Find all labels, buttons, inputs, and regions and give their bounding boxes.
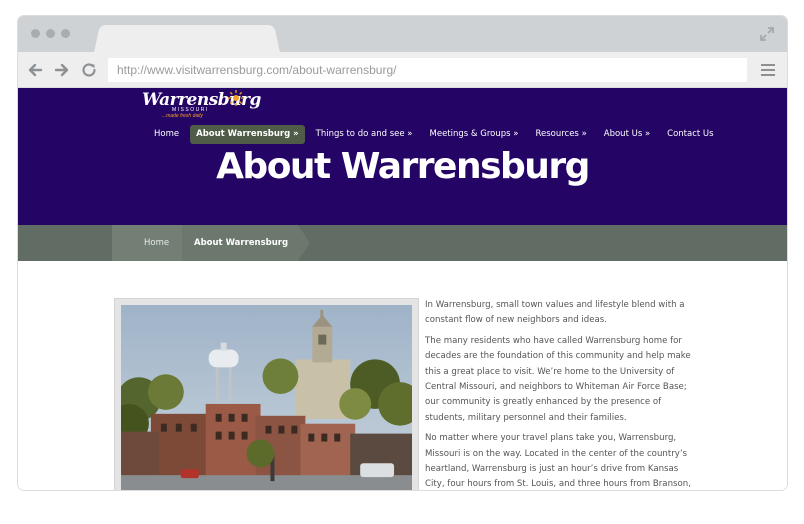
address-bar[interactable]: http://www.visitwarrensburg.com/about-wa… (108, 58, 747, 82)
browser-window: http://www.visitwarrensburg.com/about-wa… (18, 16, 787, 490)
nav-item-about-warrensburg[interactable]: About Warrensburg » (190, 125, 305, 144)
logo-tagline: ...made fresh daily (162, 113, 203, 119)
page-title: About Warrensburg (216, 146, 590, 187)
back-arrow-icon[interactable] (26, 61, 44, 79)
browser-menu-icon[interactable] (761, 64, 775, 76)
sun-icon (228, 90, 244, 106)
main-nav: Home About Warrensburg » Things to do an… (148, 125, 725, 144)
expand-icon[interactable] (759, 26, 775, 42)
window-maximize-dot[interactable] (61, 29, 70, 38)
town-photo-frame (114, 298, 419, 490)
window-minimize-dot[interactable] (46, 29, 55, 38)
nav-item-contact-us[interactable]: Contact Us (661, 125, 719, 144)
about-paragraph: In Warrensburg, small town values and li… (425, 300, 685, 326)
nav-item-about-us[interactable]: About Us » (598, 125, 656, 144)
browser-toolbar: http://www.visitwarrensburg.com/about-wa… (18, 52, 787, 88)
about-paragraph: No matter where your travel plans take y… (425, 433, 691, 490)
nav-item-things-to-do[interactable]: Things to do and see » (310, 125, 419, 144)
breadcrumb: Home About Warrensburg (18, 225, 787, 261)
site-header: Warrensburg MISSOURI ...made fresh daily… (18, 88, 787, 225)
about-paragraph: The many residents who have called Warre… (425, 335, 691, 423)
main-content: In Warrensburg, small town values and li… (18, 261, 787, 490)
browser-tab[interactable] (102, 25, 272, 52)
browser-titlebar (18, 16, 787, 52)
nav-item-resources[interactable]: Resources » (529, 125, 592, 144)
window-close-dot[interactable] (31, 29, 40, 38)
reload-icon[interactable] (80, 61, 98, 79)
nav-item-meetings-groups[interactable]: Meetings & Groups » (424, 125, 525, 144)
forward-arrow-icon[interactable] (53, 61, 71, 79)
nav-item-home[interactable]: Home (148, 125, 185, 144)
breadcrumb-home[interactable]: Home (112, 225, 194, 261)
breadcrumb-current: About Warrensburg (182, 225, 310, 261)
town-photo (121, 305, 412, 490)
about-text: In Warrensburg, small town values and li… (425, 298, 695, 490)
site-logo[interactable]: Warrensburg MISSOURI ...made fresh daily (142, 90, 261, 120)
